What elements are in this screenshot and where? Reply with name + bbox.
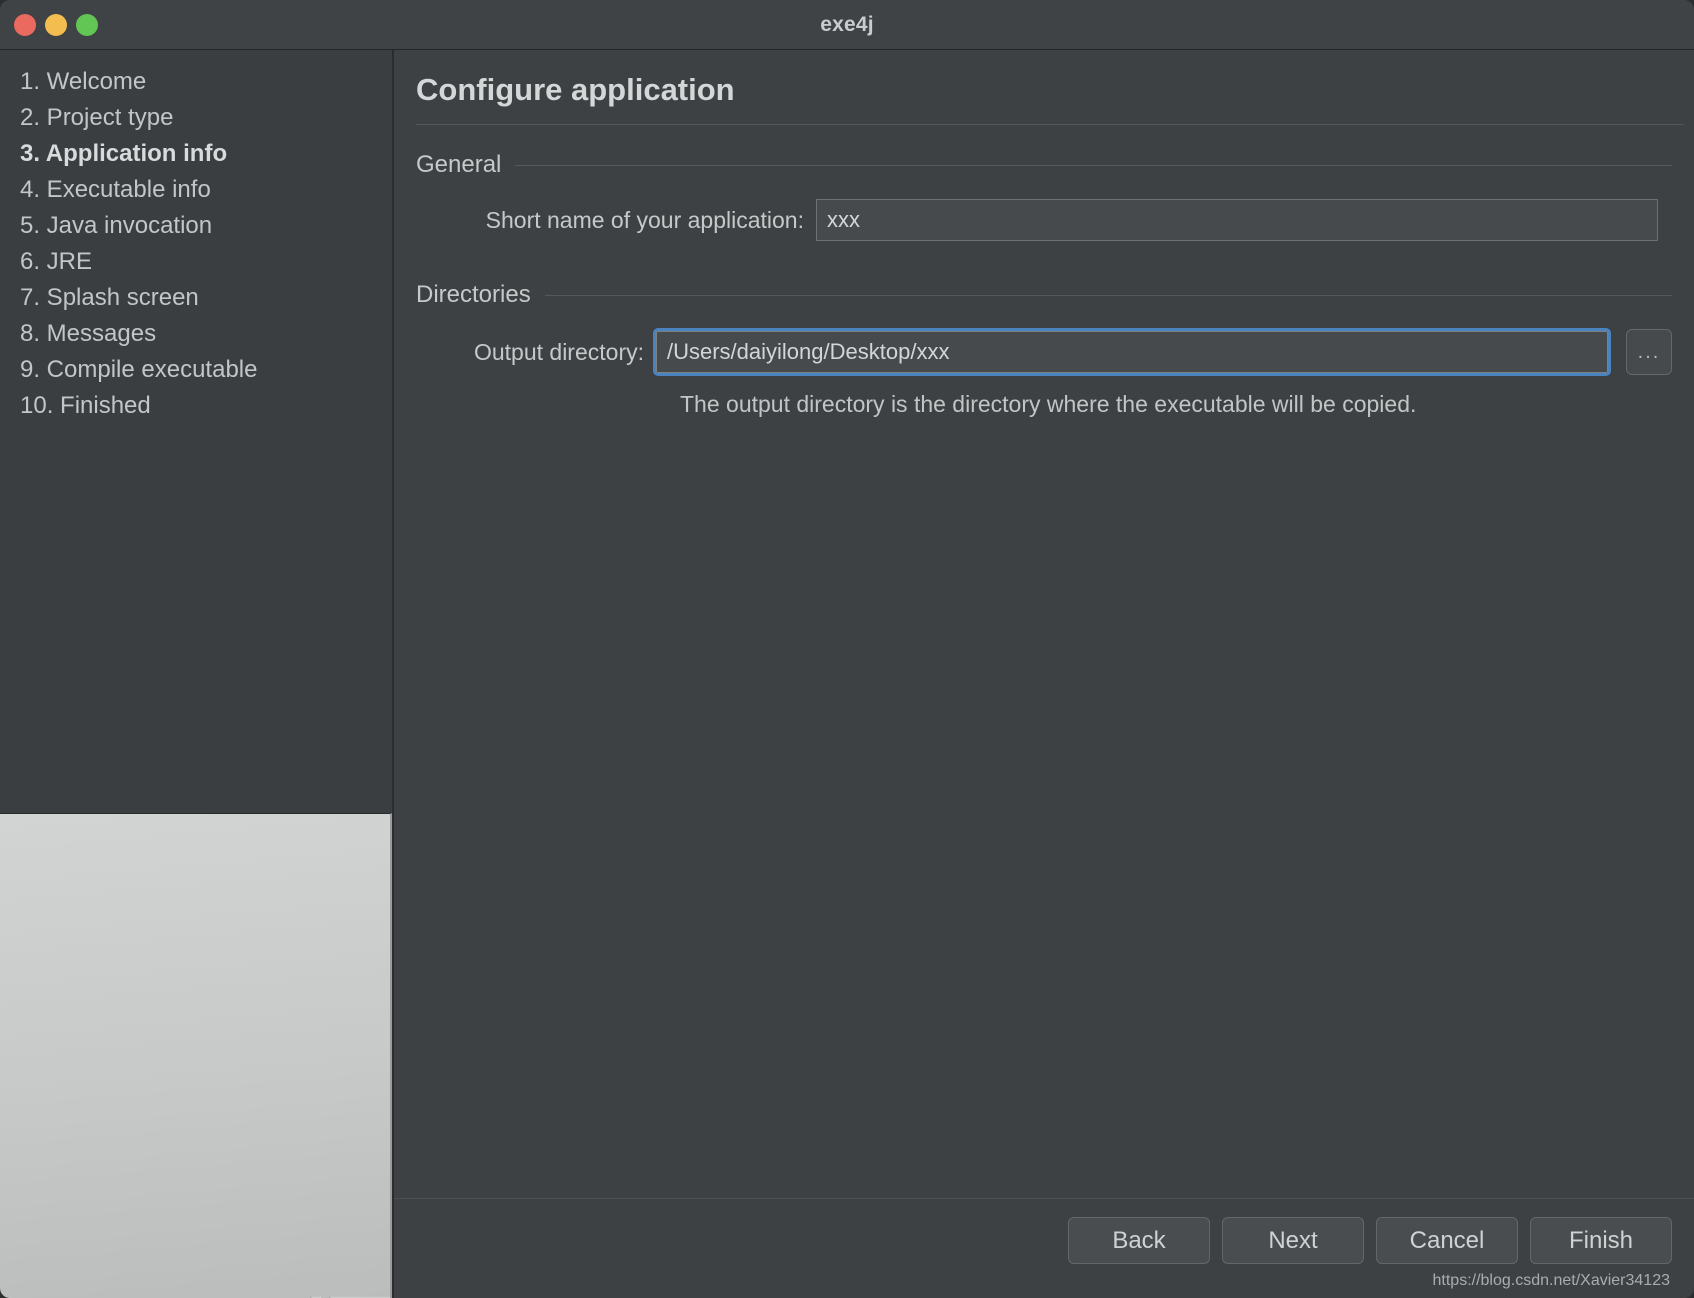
general-group-label: General <box>416 151 502 178</box>
wizard-footer: Back Next Cancel Finish https://blog.csd… <box>394 1198 1694 1298</box>
output-directory-label: Output directory: <box>473 338 644 365</box>
next-button[interactable]: Next <box>1222 1217 1364 1264</box>
form-content: General Short name of your application: … <box>394 125 1694 1198</box>
output-directory-input[interactable] <box>653 328 1611 376</box>
sidebar-item-finished[interactable]: 10. Finished <box>16 388 392 424</box>
exe4j-logo-panel: exe4j <box>0 813 392 1298</box>
short-name-row: Short name of your application: <box>416 199 1672 241</box>
sidebar-item-welcome[interactable]: 1. Welcome <box>16 64 392 100</box>
sidebar-item-messages[interactable]: 8. Messages <box>16 316 392 352</box>
window-controls <box>14 13 98 36</box>
short-name-label: Short name of your application: <box>485 206 804 233</box>
output-directory-hint: The output directory is the directory wh… <box>680 391 1417 417</box>
general-group-divider <box>515 164 1672 166</box>
wizard-steps-sidebar: 1. Welcome 2. Project type 3. Applicatio… <box>0 50 394 1298</box>
sidebar-item-project-type[interactable]: 2. Project type <box>16 100 392 136</box>
maximize-button[interactable] <box>76 13 98 36</box>
title-bar: exe4j <box>0 0 1694 50</box>
directories-group-label: Directories <box>416 281 531 308</box>
window-body: 1. Welcome 2. Project type 3. Applicatio… <box>0 50 1694 1298</box>
page-title: Configure application <box>416 72 735 107</box>
sidebar-item-executable-info[interactable]: 4. Executable info <box>16 172 392 208</box>
source-watermark: https://blog.csdn.net/Xavier34123 <box>1432 1272 1671 1289</box>
browse-directory-button[interactable]: ... <box>1626 329 1672 375</box>
finish-button[interactable]: Finish <box>1530 1217 1672 1264</box>
exe4j-logo-watermark: exe4j <box>294 1292 390 1298</box>
main-panel: Configure application General Short name… <box>394 50 1694 1298</box>
sidebar-item-splash-screen[interactable]: 7. Splash screen <box>16 280 392 316</box>
minimize-button[interactable] <box>45 13 67 36</box>
wizard-button-row: Back Next Cancel Finish <box>1068 1217 1672 1264</box>
close-button[interactable] <box>14 13 36 36</box>
back-button[interactable]: Back <box>1068 1217 1210 1264</box>
wizard-step-list: 1. Welcome 2. Project type 3. Applicatio… <box>0 50 392 424</box>
output-directory-row: Output directory: ... <box>416 328 1672 376</box>
sidebar-item-application-info[interactable]: 3. Application info <box>16 136 392 172</box>
sidebar-item-jre[interactable]: 6. JRE <box>16 244 392 280</box>
directories-group-divider <box>544 294 1672 296</box>
window-title: exe4j <box>820 12 874 36</box>
general-group-header: General <box>416 151 1672 179</box>
sidebar-item-compile-executable[interactable]: 9. Compile executable <box>16 352 392 388</box>
short-name-input[interactable] <box>816 199 1658 241</box>
cancel-button[interactable]: Cancel <box>1376 1217 1518 1264</box>
exe4j-wizard-window: exe4j 1. Welcome 2. Project type 3. Appl… <box>0 0 1694 1298</box>
directories-group-header: Directories <box>416 281 1672 309</box>
sidebar-item-java-invocation[interactable]: 5. Java invocation <box>16 208 392 244</box>
